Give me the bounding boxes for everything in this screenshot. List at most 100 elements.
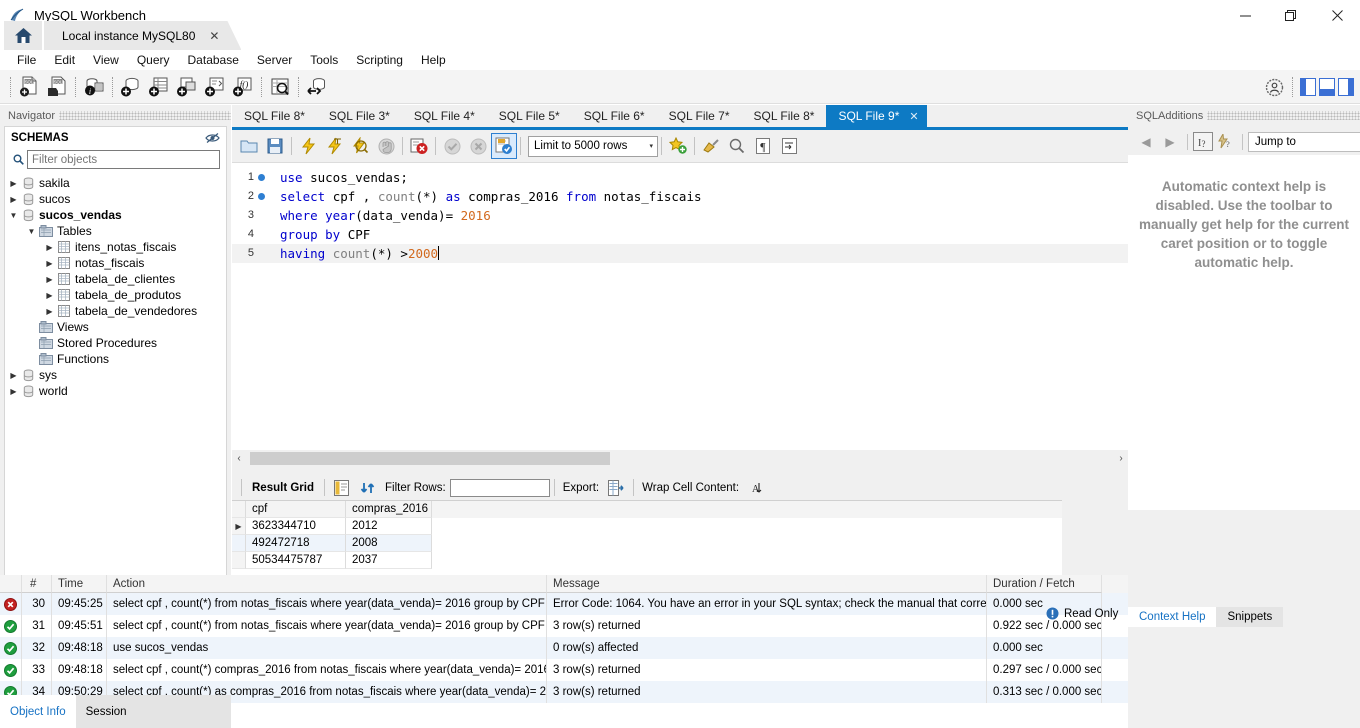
- chevron-right-icon[interactable]: ▶: [43, 243, 56, 252]
- chevron-right-icon[interactable]: ▶: [7, 371, 20, 380]
- tree-item-notas-fiscais[interactable]: ▶ notas_fiscais: [5, 255, 226, 271]
- grid-row[interactable]: ▶ 3623344710 2012: [232, 518, 1062, 535]
- forward-icon[interactable]: ▶: [1158, 131, 1182, 153]
- menu-tools[interactable]: Tools: [301, 51, 347, 69]
- menu-file[interactable]: File: [8, 51, 45, 69]
- toggle-autocommit-icon[interactable]: [491, 133, 517, 159]
- sql-file-tab[interactable]: SQL File 5*: [487, 105, 572, 127]
- tree-item-tabela-de-vendedores[interactable]: ▶ tabela_de_vendedores: [5, 303, 226, 319]
- tree-item-views[interactable]: Views: [5, 319, 226, 335]
- sql-file-tab[interactable]: SQL File 3*: [317, 105, 402, 127]
- beautify-query-icon[interactable]: [698, 133, 724, 159]
- scroll-left-icon[interactable]: ‹: [232, 453, 246, 464]
- code-line[interactable]: 4 group by CPF: [232, 225, 1128, 244]
- create-table-icon[interactable]: [145, 73, 173, 101]
- stop-query-icon[interactable]: [373, 133, 399, 159]
- create-schema-icon[interactable]: [117, 73, 145, 101]
- context-help-icon[interactable]: I?: [1193, 132, 1213, 151]
- chevron-right-icon[interactable]: ▶: [43, 291, 56, 300]
- tree-item-sys[interactable]: ▶ sys: [5, 367, 226, 383]
- grid-cell-compras[interactable]: 2008: [346, 535, 432, 552]
- row-selector[interactable]: [232, 535, 246, 552]
- menu-server[interactable]: Server: [248, 51, 301, 69]
- chevron-right-icon[interactable]: ▶: [7, 387, 20, 396]
- sql-file-tab[interactable]: SQL File 6*: [572, 105, 657, 127]
- sql-file-tab-close-icon[interactable]: ✕: [909, 110, 918, 123]
- code-line[interactable]: 3 where year(data_venda)= 2016: [232, 206, 1128, 225]
- scroll-right-icon[interactable]: ›: [1114, 453, 1128, 464]
- menu-scripting[interactable]: Scripting: [347, 51, 412, 69]
- create-procedure-icon[interactable]: [201, 73, 229, 101]
- row-selector[interactable]: ▶: [232, 518, 246, 535]
- auto-context-help-icon[interactable]: ?: [1213, 131, 1237, 153]
- explain-query-icon[interactable]: [347, 133, 373, 159]
- chevron-down-icon[interactable]: ▼: [7, 211, 20, 220]
- sql-file-tab[interactable]: SQL File 8*: [742, 105, 827, 127]
- wrap-text-icon[interactable]: A: [743, 475, 769, 501]
- tree-item-sucos[interactable]: ▶ sucos: [5, 191, 226, 207]
- tree-item-tabela-de-clientes[interactable]: ▶ tabela_de_clientes: [5, 271, 226, 287]
- save-file-icon[interactable]: [262, 133, 288, 159]
- open-sql-script-icon[interactable]: SQL: [43, 73, 71, 101]
- create-function-icon[interactable]: f(): [229, 73, 257, 101]
- menu-query[interactable]: Query: [128, 51, 179, 69]
- tree-item-stored-procedures[interactable]: Stored Procedures: [5, 335, 226, 351]
- menu-help[interactable]: Help: [412, 51, 455, 69]
- limit-rows-select[interactable]: Limit to 5000 rows ▾: [528, 135, 658, 157]
- export-icon[interactable]: [603, 475, 629, 501]
- execute-current-statement-icon[interactable]: [321, 133, 347, 159]
- tab-snippets[interactable]: Snippets: [1216, 607, 1284, 627]
- editor-horizontal-scrollbar[interactable]: ‹ ›: [232, 450, 1128, 467]
- grid-row[interactable]: 492472718 2008: [232, 535, 1062, 552]
- home-button[interactable]: [4, 21, 42, 50]
- tree-item-itens-notas-fiscais[interactable]: ▶ itens_notas_fiscais: [5, 239, 226, 255]
- instance-tab[interactable]: Local instance MySQL80 ✕: [44, 21, 241, 50]
- sql-code-editor[interactable]: 1 use sucos_vendas; 2 select cpf , count(*)…: [232, 162, 1128, 450]
- hscroll-thumb[interactable]: [250, 452, 610, 465]
- toggle-word-wrap-icon[interactable]: [776, 133, 802, 159]
- tab-session[interactable]: Session: [76, 695, 137, 728]
- toggle-stop-on-error-icon[interactable]: [406, 133, 432, 159]
- chevron-right-icon[interactable]: ▶: [43, 275, 56, 284]
- form-editor-icon[interactable]: [329, 475, 355, 501]
- code-line[interactable]: 2 select cpf , count(*) as compras_2016 f…: [232, 187, 1128, 206]
- menu-view[interactable]: View: [84, 51, 128, 69]
- tree-item-tables[interactable]: ▼ Tables: [5, 223, 226, 239]
- tree-item-sakila[interactable]: ▶ sakila: [5, 175, 226, 191]
- open-file-icon[interactable]: [236, 133, 262, 159]
- user-account-icon[interactable]: [1260, 73, 1288, 101]
- tree-item-world[interactable]: ▶ world: [5, 383, 226, 399]
- inspect-table-icon[interactable]: [266, 73, 294, 101]
- connection-info-icon[interactable]: i: [80, 73, 108, 101]
- chevron-right-icon[interactable]: ▶: [7, 179, 20, 188]
- menu-edit[interactable]: Edit: [45, 51, 84, 69]
- code-line[interactable]: 5 having count(*) >2000: [232, 244, 1128, 263]
- toggle-sidebar-icon[interactable]: [1300, 78, 1316, 96]
- jump-to-input[interactable]: Jump to: [1248, 131, 1360, 152]
- rollback-icon[interactable]: [465, 133, 491, 159]
- instance-tab-close-icon[interactable]: ✕: [209, 29, 219, 43]
- sql-file-tab-active[interactable]: SQL File 9* ✕: [826, 105, 927, 127]
- grid-column-header[interactable]: compras_2016: [346, 501, 432, 518]
- tab-context-help[interactable]: Context Help: [1128, 607, 1217, 627]
- refresh-eye-icon[interactable]: [205, 132, 220, 144]
- execute-script-icon[interactable]: [295, 133, 321, 159]
- toggle-output-icon[interactable]: [1319, 78, 1335, 96]
- tab-object-info[interactable]: Object Info: [0, 695, 76, 728]
- grid-cell-cpf[interactable]: 492472718: [246, 535, 346, 552]
- reconnect-server-icon[interactable]: [303, 73, 331, 101]
- tree-item-tabela-de-produtos[interactable]: ▶ tabela_de_produtos: [5, 287, 226, 303]
- grid-row[interactable]: 50534475787 2037: [232, 552, 1062, 569]
- menu-database[interactable]: Database: [179, 51, 248, 69]
- row-selector[interactable]: [232, 552, 246, 569]
- toggle-secondary-sidebar-icon[interactable]: [1338, 78, 1354, 96]
- refresh-icon[interactable]: [355, 475, 381, 501]
- chevron-right-icon[interactable]: ▶: [43, 307, 56, 316]
- chevron-right-icon[interactable]: ▶: [43, 259, 56, 268]
- add-snippet-icon[interactable]: [665, 133, 691, 159]
- sql-file-tab[interactable]: SQL File 7*: [657, 105, 742, 127]
- grid-column-header[interactable]: cpf: [246, 501, 346, 518]
- toggle-invisible-chars-icon[interactable]: ¶: [750, 133, 776, 159]
- sql-file-tab[interactable]: SQL File 4*: [402, 105, 487, 127]
- tree-item-sucos-vendas[interactable]: ▼ sucos_vendas: [5, 207, 226, 223]
